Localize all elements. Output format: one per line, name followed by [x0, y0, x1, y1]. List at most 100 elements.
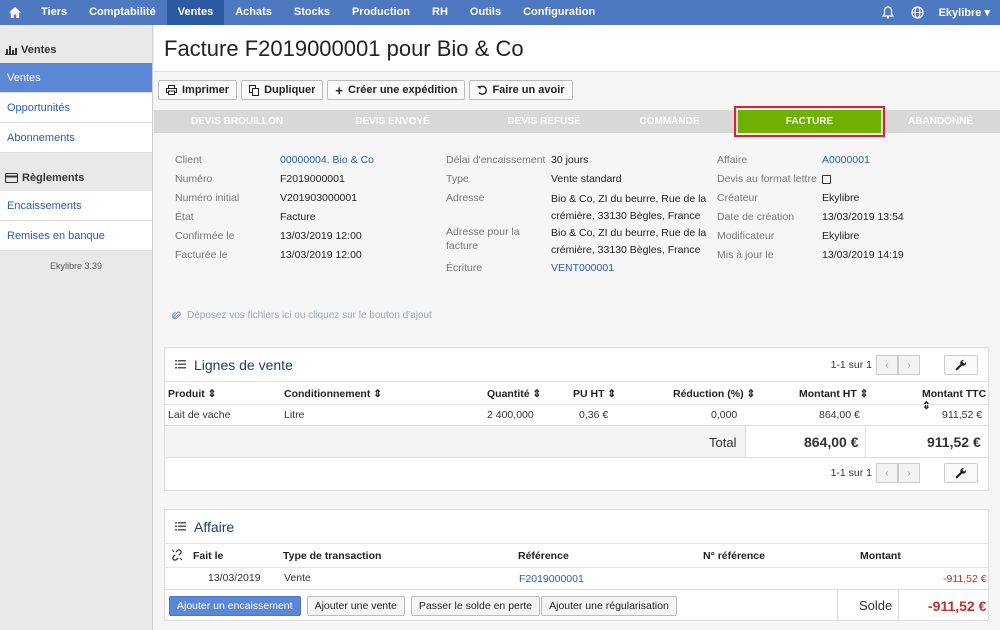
type-value: Vente standard — [551, 173, 622, 185]
stage-commande: COMMANDE — [639, 116, 700, 127]
col-header-quantity[interactable]: Quantité ⇕ — [487, 388, 541, 400]
table-row: Lait de vache Litre 2 400,000 0,36 € 0,0… — [165, 404, 988, 425]
col-header-packaging[interactable]: Conditionnement ⇕ — [284, 388, 382, 400]
add-sale-button[interactable]: Ajouter une vente — [306, 596, 405, 616]
home-icon[interactable] — [0, 0, 30, 25]
nav-ventes[interactable]: Ventes — [166, 0, 225, 25]
sidebar-item-ventes[interactable]: Ventes — [0, 63, 152, 93]
duplicate-button[interactable]: Dupliquer — [241, 80, 324, 100]
settings-button[interactable] — [944, 355, 978, 375]
nav-comptabilite[interactable]: Comptabilité — [78, 0, 167, 25]
affair-panel: Affaire Fait le Type de transaction Réfé… — [164, 509, 989, 622]
nav-configuration[interactable]: Configuration — [512, 0, 606, 25]
print-button[interactable]: Imprimer — [158, 80, 238, 100]
modifier-value: Ekylibre — [822, 230, 860, 242]
add-payment-button[interactable]: Ajouter un encaissement — [169, 596, 301, 616]
sale-lines-title: Lignes de vente — [194, 356, 293, 373]
sidebar-item-encaissements[interactable]: Encaissements — [0, 191, 152, 221]
user-menu[interactable]: Ekylibre ▾ — [933, 6, 1000, 19]
prev-page-button[interactable]: ‹ — [876, 355, 898, 375]
modifier-label: Modificateur — [717, 230, 775, 242]
col-header-discount[interactable]: Réduction (%) ⇕ — [673, 388, 755, 400]
nav-outils[interactable]: Outils — [459, 0, 512, 25]
sidebar-item-abonnements[interactable]: Abonnements — [0, 123, 152, 153]
totals-row: Total 864,00 € 911,52 € — [165, 425, 988, 458]
col-header-ref-number: N° référence — [703, 550, 765, 562]
stage-devis-brouillon: DEVIS BROUILLON — [190, 116, 284, 127]
confirmed-value: 13/03/2019 12:00 — [280, 230, 362, 242]
total-ht: 864,00 € — [804, 434, 859, 450]
nav-stocks[interactable]: Stocks — [283, 0, 341, 25]
letter-format-checkbox[interactable] — [822, 175, 831, 184]
sidebar-item-opportunites[interactable]: Opportunités — [0, 93, 152, 123]
sidebar-section-ventes: Ventes — [0, 37, 152, 63]
plus-icon: + — [335, 82, 344, 98]
nav-rh[interactable]: RH — [421, 0, 459, 25]
file-dropzone[interactable]: Déposez vos fichiers ici ou cliquez sur … — [172, 310, 432, 321]
pager-count: 1-1 sur 1 — [830, 359, 872, 371]
client-label: Client — [175, 154, 202, 166]
chevron-left-icon: ‹ — [885, 467, 889, 479]
affair-link[interactable]: A0000001 — [822, 153, 870, 172]
affair-title: Affaire — [194, 518, 235, 535]
nav-tiers[interactable]: Tiers — [30, 0, 78, 25]
nav-achats[interactable]: Achats — [224, 0, 283, 25]
settings-button-bottom[interactable] — [944, 463, 978, 483]
credit-note-button[interactable]: Faire un avoir — [469, 80, 573, 100]
entry-link[interactable]: VENT000001 — [551, 261, 614, 280]
balance-value: -911,52 € — [928, 598, 987, 614]
globe-icon[interactable] — [903, 6, 933, 19]
toolbar: Imprimer Dupliquer + Créer une expéditio… — [158, 80, 573, 100]
col-header-amount-ht[interactable]: Montant HT ⇕ — [799, 388, 868, 400]
created-value: 13/03/2019 13:54 — [822, 211, 904, 223]
col-header-reference: Référence — [518, 550, 569, 562]
row-amount-ht: 864,00 € — [819, 409, 860, 421]
affair-row-reference-link[interactable]: F2019000001 — [519, 573, 584, 585]
chevron-right-icon: › — [907, 467, 911, 479]
client-link[interactable]: 00000004. Bio & Co — [280, 153, 374, 172]
app-version: Ekylibre 3.39 — [49, 261, 103, 271]
sale-lines-panel: Lignes de vente 1-1 sur 1 ‹ › Produit ⇕ … — [164, 347, 989, 491]
paperclip-icon — [172, 311, 181, 319]
next-page-button-bottom[interactable]: › — [898, 463, 920, 483]
balance-label: Solde — [859, 598, 893, 613]
undo-icon — [477, 85, 488, 95]
details-col-2: Délai d'encaissement 30 jours Type Vente s… — [446, 153, 706, 280]
next-page-button[interactable]: › — [898, 355, 920, 375]
address-value: Bio & Co, ZI du beurre, Rue de la crémièr… — [551, 193, 707, 222]
invoiced-value: 13/03/2019 12:00 — [280, 249, 362, 261]
create-shipment-button[interactable]: + Créer une expédition — [327, 80, 466, 100]
page-title: Facture F2019000001 pour Bio & Co — [164, 36, 524, 61]
row-packaging: Litre — [284, 409, 305, 421]
created-label: Date de création — [717, 211, 795, 223]
affair-row-amount: -911,52 € — [943, 573, 987, 585]
prev-page-button-bottom[interactable]: ‹ — [876, 463, 898, 483]
updated-value: 13/03/2019 14:19 — [822, 249, 904, 261]
state-value: Facture — [280, 211, 316, 223]
details-col-3: Affaire A0000001 Devis au format lettre C… — [717, 153, 904, 267]
unlink-icon[interactable] — [171, 549, 183, 564]
sale-lines-pager-bottom: 1-1 sur 1 ‹ › — [831, 463, 978, 483]
stage-devis-envoye: DEVIS ENVOYÉ — [355, 116, 430, 127]
nav-production[interactable]: Production — [341, 0, 421, 25]
col-header-product[interactable]: Produit ⇕ — [168, 388, 216, 400]
chevron-right-icon: › — [907, 359, 911, 371]
add-regularisation-button[interactable]: Ajouter une régularisation — [541, 596, 677, 616]
list-icon — [175, 360, 186, 369]
type-label: Type — [446, 173, 469, 185]
sidebar-item-remises[interactable]: Remises en banque — [0, 221, 152, 251]
initial-number-label: Numéro initial — [175, 192, 240, 204]
col-header-unit-price[interactable]: PU HT ⇕ — [573, 388, 616, 400]
printer-icon — [166, 85, 177, 95]
wrench-icon — [955, 359, 967, 371]
caret-down-icon: ▾ — [984, 7, 990, 19]
invoiced-label: Facturée le — [175, 249, 228, 261]
chevron-left-icon: ‹ — [885, 359, 889, 371]
write-off-button[interactable]: Passer le solde en perte — [410, 596, 541, 616]
sidebar-section-reglements: Règlements — [0, 165, 152, 191]
stage-abandonne: ABANDONNÉ — [908, 116, 973, 127]
main-content: Facture F2019000001 pour Bio & Co Imprim… — [154, 25, 1000, 630]
row-unit-price: 0,36 € — [579, 409, 609, 421]
bell-icon[interactable] — [873, 6, 903, 19]
affair-footer: Ajouter un encaissement Ajouter une vent… — [165, 589, 988, 622]
